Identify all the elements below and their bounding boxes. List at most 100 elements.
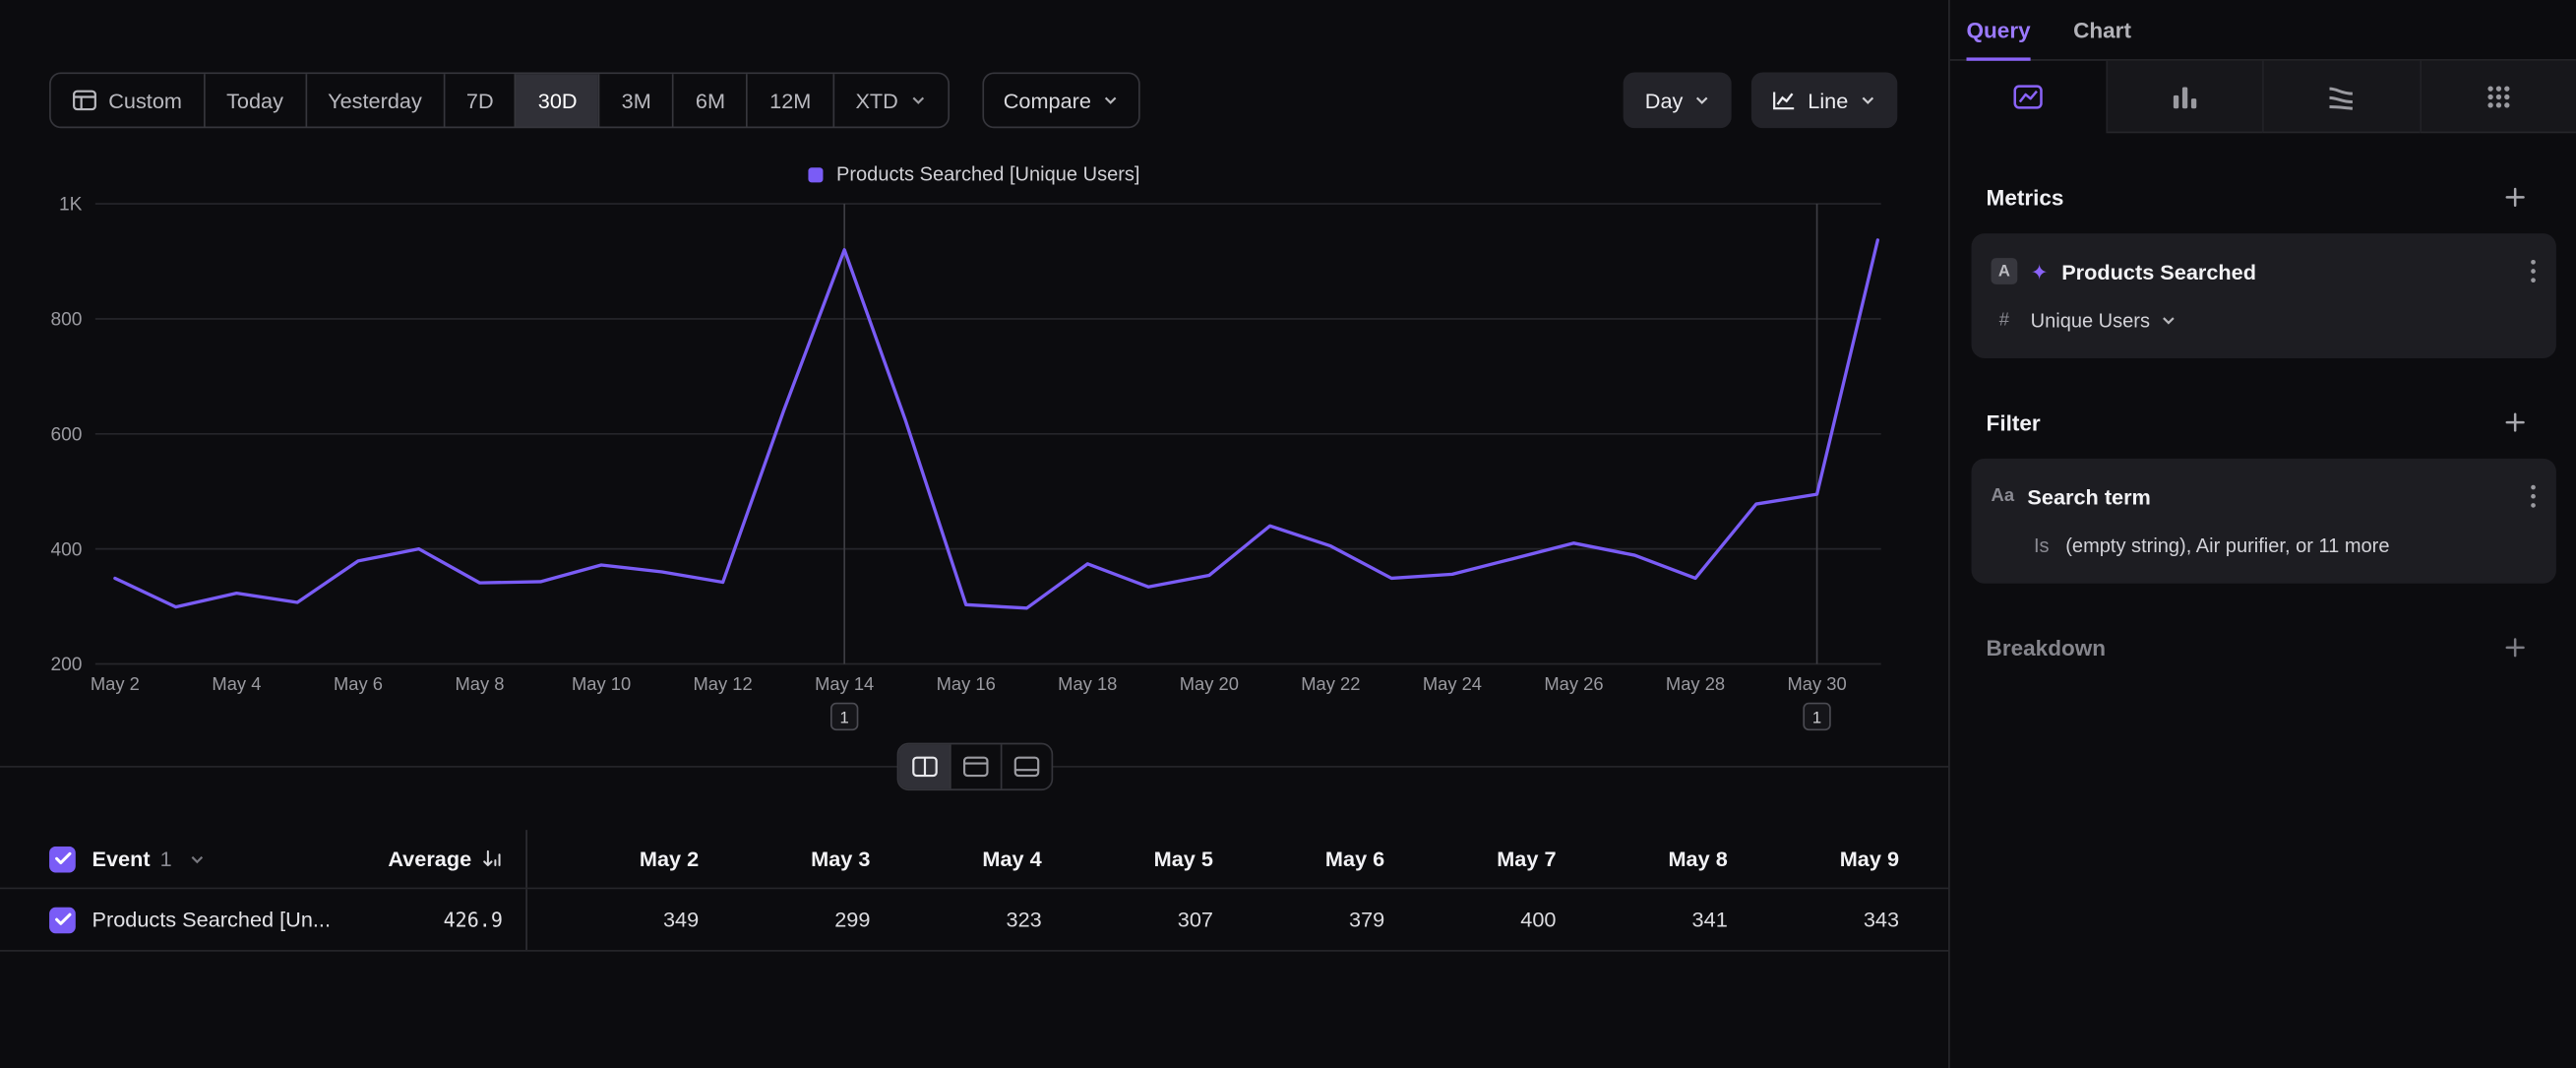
legend-swatch: [809, 166, 824, 181]
filter-property-name[interactable]: Search term: [2027, 484, 2516, 509]
event-count: 1: [160, 847, 172, 871]
line-chart: 2004006008001KMay 2May 4May 6May 8May 10…: [0, 187, 1948, 732]
x-axis-label: May 16: [937, 673, 996, 694]
range-label: 3M: [622, 88, 651, 112]
filter-value[interactable]: (empty string), Air purifier, or 11 more: [2065, 534, 2389, 557]
metric-series-badge: A: [1992, 258, 2018, 284]
tab-chart[interactable]: Chart: [2073, 0, 2131, 59]
event-header[interactable]: Event 1: [0, 846, 361, 872]
date-columns-header: May 2May 3May 4May 5May 6May 7May 8May 9: [525, 830, 1948, 887]
range-3m-button[interactable]: 3M: [598, 74, 672, 126]
chart-canvas[interactable]: 2004006008001KMay 2May 4May 6May 8May 10…: [0, 187, 1948, 732]
filter-options-button[interactable]: [2530, 483, 2537, 510]
legend-label: Products Searched [Unique Users]: [836, 162, 1139, 185]
table-column-header[interactable]: May 6: [1213, 847, 1384, 871]
annotation-marker[interactable]: 1: [831, 704, 858, 730]
granularity-button[interactable]: Day: [1624, 72, 1732, 128]
grid-chart-icon: [2484, 82, 2513, 111]
chevron-down-icon: [910, 88, 927, 112]
line-chart-icon: [1773, 91, 1796, 110]
x-axis-label: May 18: [1058, 673, 1117, 694]
row-event-cell[interactable]: Products Searched [Un...: [0, 907, 361, 933]
tab-chart-label: Chart: [2073, 18, 2131, 42]
x-axis-label: May 22: [1301, 673, 1360, 694]
table-column-header[interactable]: May 8: [1557, 847, 1728, 871]
table-column-header[interactable]: May 2: [527, 847, 699, 871]
row-checkbox[interactable]: [49, 907, 76, 933]
metric-row[interactable]: A ✦ Products Searched: [1992, 253, 2537, 289]
table-column-header[interactable]: May 4: [870, 847, 1041, 871]
chart-type-flow-tab[interactable]: [2262, 61, 2419, 133]
plus-icon: [2503, 410, 2526, 433]
x-axis-label: May 6: [334, 673, 383, 694]
range-30d-button[interactable]: 30D: [515, 74, 598, 126]
range-custom-button[interactable]: Custom: [51, 74, 204, 126]
table-column-header[interactable]: May 7: [1384, 847, 1556, 871]
chart-type-bar-tab[interactable]: [2106, 61, 2262, 133]
x-axis-label: May 26: [1544, 673, 1603, 694]
tab-query[interactable]: Query: [1967, 0, 2031, 59]
x-axis-label: May 4: [212, 673, 261, 694]
table-cell: 343: [1728, 908, 1948, 932]
granularity-label: Day: [1645, 88, 1684, 112]
chart-type-label: Line: [1808, 88, 1848, 112]
add-filter-button[interactable]: [2500, 408, 2530, 437]
line-series[interactable]: [115, 240, 1877, 608]
range-12m-button[interactable]: 12M: [747, 74, 832, 126]
table-column-header[interactable]: May 9: [1728, 847, 1948, 871]
layout-split-button[interactable]: [898, 744, 950, 788]
add-breakdown-button[interactable]: [2500, 633, 2530, 662]
table-header-row: Event 1 Average May 2May 3May 4May 5May …: [0, 830, 1948, 889]
layout-toggle: [897, 743, 1054, 790]
toolbar-right: Day Line: [1624, 72, 1897, 128]
layout-bottom-button[interactable]: [1001, 744, 1052, 788]
tab-query-label: Query: [1967, 18, 2031, 42]
event-label: Event: [92, 847, 150, 871]
range-xtd-button[interactable]: XTD: [832, 74, 948, 126]
text-property-icon: Aa: [1992, 486, 2014, 506]
table-cell: 400: [1384, 908, 1556, 932]
chart-type-grid-tab[interactable]: [2419, 61, 2575, 133]
table-cell: 299: [699, 908, 870, 932]
chart-type-button[interactable]: Line: [1751, 72, 1897, 128]
compare-button[interactable]: Compare: [982, 72, 1140, 128]
row-value-cells: 349299323307379400341343: [525, 889, 1948, 950]
table-column-header[interactable]: May 3: [699, 847, 870, 871]
table-cell: 379: [1213, 908, 1384, 932]
x-axis-label: May 28: [1666, 673, 1725, 694]
range-today-button[interactable]: Today: [204, 74, 305, 126]
range-yesterday-button[interactable]: Yesterday: [305, 74, 444, 126]
average-label: Average: [388, 847, 471, 871]
row-name: Products Searched [Un...: [92, 908, 331, 932]
range-label: Yesterday: [328, 88, 422, 112]
event-checkbox[interactable]: [49, 846, 76, 872]
layout-top-button[interactable]: [950, 744, 1001, 788]
average-header[interactable]: Average: [361, 847, 525, 871]
table-column-header[interactable]: May 5: [1042, 847, 1213, 871]
plus-icon: [2503, 636, 2526, 659]
chevron-down-icon: [188, 850, 205, 867]
x-axis-label: May 14: [815, 673, 874, 694]
layout-split-icon: [911, 756, 938, 778]
y-axis-label: 600: [50, 424, 82, 445]
range-label: XTD: [855, 88, 897, 112]
row-average-cell: 426.9: [361, 908, 525, 930]
chart-type-line-tab[interactable]: [1950, 61, 2106, 133]
annotation-marker[interactable]: 1: [1804, 704, 1830, 730]
chevron-down-icon: [1860, 88, 1876, 112]
legend-item[interactable]: Products Searched [Unique Users]: [809, 162, 1140, 185]
range-7d-button[interactable]: 7D: [444, 74, 516, 126]
filter-row[interactable]: Aa Search term: [1992, 478, 2537, 515]
aggregation-selector[interactable]: Unique Users: [2031, 309, 2177, 332]
metric-options-button[interactable]: [2530, 258, 2537, 284]
event-sparkle-icon: ✦: [2031, 261, 2049, 283]
plus-icon: [2503, 186, 2526, 209]
filter-operator[interactable]: Is: [2034, 534, 2050, 557]
breakdown-heading: Breakdown: [1987, 635, 2107, 660]
kebab-icon: [2530, 258, 2537, 284]
add-metric-button[interactable]: [2500, 182, 2530, 212]
toolbar: Custom Today Yesterday 7D 30D 3M 6M 12M …: [49, 72, 1897, 128]
metric-name[interactable]: Products Searched: [2061, 259, 2517, 283]
range-6m-button[interactable]: 6M: [673, 74, 747, 126]
kebab-icon: [2530, 483, 2537, 510]
